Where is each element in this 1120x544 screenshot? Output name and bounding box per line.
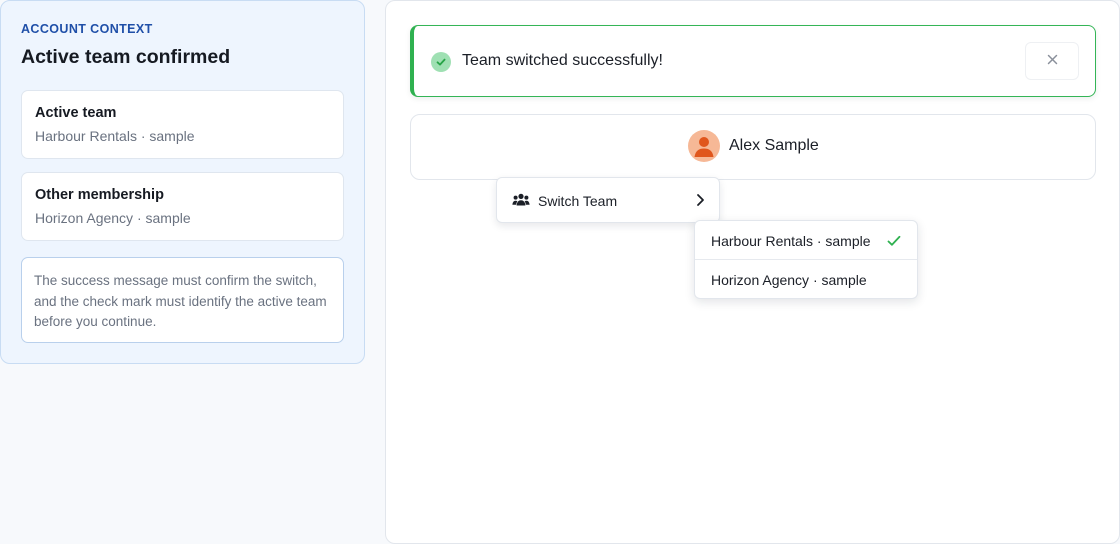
other-membership-value: Horizon Agency · sample	[35, 210, 191, 226]
toast-message: Team switched successfully!	[462, 52, 663, 69]
switch-team-menu-item[interactable]: Switch Team	[496, 177, 720, 223]
user-name: Alex Sample	[729, 137, 819, 154]
instruction-note: The success message must confirm the swi…	[21, 257, 344, 343]
team-option-harbour-rentals[interactable]: Harbour Rentals · sample	[695, 221, 917, 260]
active-team-value: Harbour Rentals · sample	[35, 128, 195, 144]
panel-title: Active team confirmed	[21, 46, 231, 68]
person-icon	[694, 137, 714, 157]
team-option-horizon-agency[interactable]: Horizon Agency · sample	[695, 260, 917, 299]
success-check-icon	[431, 52, 451, 72]
success-toast: Team switched successfully!	[410, 25, 1096, 97]
team-submenu: Harbour Rentals · sample Horizon Agency …	[694, 220, 918, 299]
team-option-label: Harbour Rentals · sample	[711, 233, 871, 249]
main-panel: Team switched successfully! Alex Sample	[385, 0, 1120, 544]
active-team-card: Active team Harbour Rentals · sample	[21, 90, 344, 159]
users-icon	[512, 193, 530, 212]
checkmark-icon	[887, 234, 901, 250]
chevron-right-icon	[695, 193, 705, 212]
user-menu-trigger[interactable]: Alex Sample	[410, 114, 1096, 180]
account-context-panel: ACCOUNT CONTEXT Active team confirmed Ac…	[0, 0, 365, 364]
avatar	[688, 130, 720, 162]
toast-close-button[interactable]	[1025, 42, 1079, 80]
team-option-label: Horizon Agency · sample	[711, 272, 867, 288]
other-membership-label: Other membership	[35, 187, 164, 203]
active-team-label: Active team	[35, 105, 117, 121]
switch-team-label: Switch Team	[538, 193, 618, 209]
account-context-eyebrow: ACCOUNT CONTEXT	[21, 22, 153, 36]
close-icon	[1047, 52, 1058, 70]
other-membership-card: Other membership Horizon Agency · sample	[21, 172, 344, 241]
